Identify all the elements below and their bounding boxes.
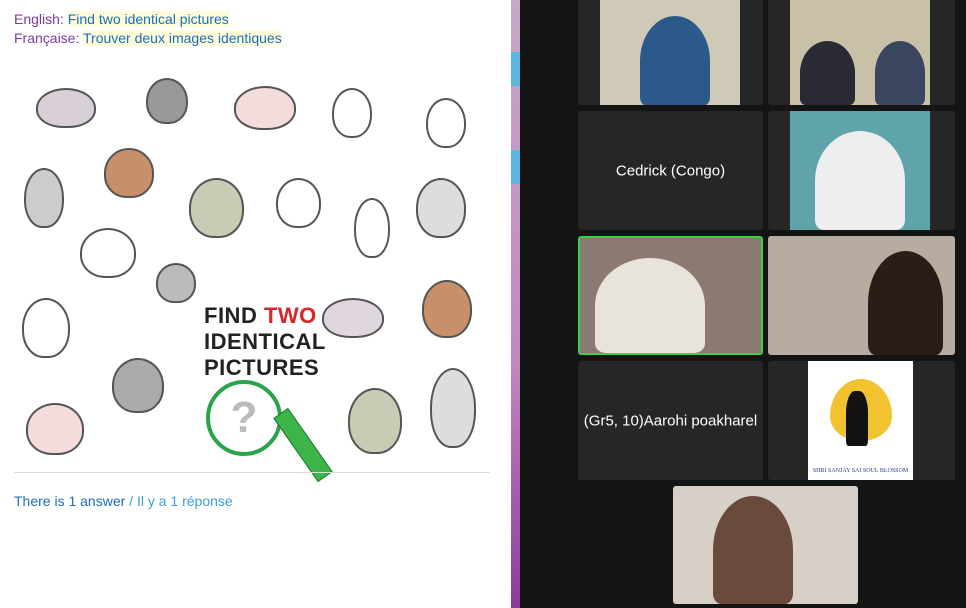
- video-tile-active-speaker[interactable]: [578, 236, 763, 355]
- bunny-image: [322, 298, 384, 338]
- french-instruction: Française: Trouver deux images identique…: [14, 30, 282, 46]
- bunny-image: [26, 403, 84, 455]
- bunny-image: [156, 263, 196, 303]
- participant-name: (Gr5, 10)Aarohi poakharel: [583, 412, 758, 429]
- puzzle-image: FIND TWO IDENTICAL PICTURES ?: [14, 58, 490, 483]
- bunny-image: [348, 388, 402, 454]
- bunny-image: [276, 178, 321, 228]
- pencil-icon: [273, 407, 333, 483]
- bunny-image: [189, 178, 244, 238]
- video-tile[interactable]: [768, 0, 955, 105]
- bunny-image: [146, 78, 188, 124]
- organisation-logo: SHRI SANJAY SAI SOUL BLOSSOM: [808, 361, 913, 480]
- dog-image: [422, 280, 472, 338]
- participant-video: [768, 236, 955, 355]
- question-mark-icon: ?: [206, 380, 282, 456]
- participant-video: [790, 0, 930, 105]
- video-tile[interactable]: Cedrick (Congo): [578, 111, 763, 230]
- title-text: PICTURES: [204, 355, 320, 380]
- bunny-image: [332, 88, 372, 138]
- bunny-image: [234, 86, 296, 130]
- participant-video: [600, 0, 740, 105]
- background-tab: [511, 52, 520, 86]
- background-tab: [511, 150, 520, 184]
- participant-video: [580, 238, 761, 353]
- bunny-image: [354, 198, 390, 258]
- english-instruction: English: Find two identical pictures: [14, 11, 229, 27]
- dog-image: [104, 148, 154, 198]
- bunny-image: [416, 178, 466, 238]
- divider: [14, 472, 490, 473]
- video-tile[interactable]: [768, 111, 955, 230]
- participant-video: [673, 486, 858, 604]
- background-window-strip: [511, 0, 520, 608]
- video-tile[interactable]: SHRI SANJAY SAI SOUL BLOSSOM: [768, 361, 955, 480]
- video-tile[interactable]: (Gr5, 10)Aarohi poakharel: [578, 361, 763, 480]
- bunny-image: [430, 368, 476, 448]
- participant-video: [790, 111, 930, 230]
- answer-english: There is 1 answer: [14, 493, 126, 509]
- bunny-image: [426, 98, 466, 148]
- video-tile[interactable]: [578, 0, 763, 105]
- logo-caption: SHRI SANJAY SAI SOUL BLOSSOM: [812, 468, 909, 474]
- bunny-image: [36, 88, 96, 128]
- title-text: IDENTICAL: [204, 329, 326, 354]
- video-tile[interactable]: [673, 486, 858, 604]
- title-text-highlight: TWO: [263, 303, 317, 328]
- title-text: FIND: [204, 303, 264, 328]
- bunny-image: [112, 358, 164, 413]
- puzzle-title: FIND TWO IDENTICAL PICTURES: [204, 303, 326, 381]
- participant-name: Cedrick (Congo): [615, 162, 726, 179]
- video-tile[interactable]: [768, 236, 955, 355]
- bunny-image: [80, 228, 136, 278]
- bunny-image: [22, 298, 70, 358]
- shared-screen: English: Find two identical pictures Fra…: [0, 0, 511, 608]
- bunny-image: [24, 168, 64, 228]
- answer-text: There is 1 answer / Il y a 1 réponse: [14, 493, 233, 509]
- answer-french: / Il y a 1 réponse: [125, 493, 233, 509]
